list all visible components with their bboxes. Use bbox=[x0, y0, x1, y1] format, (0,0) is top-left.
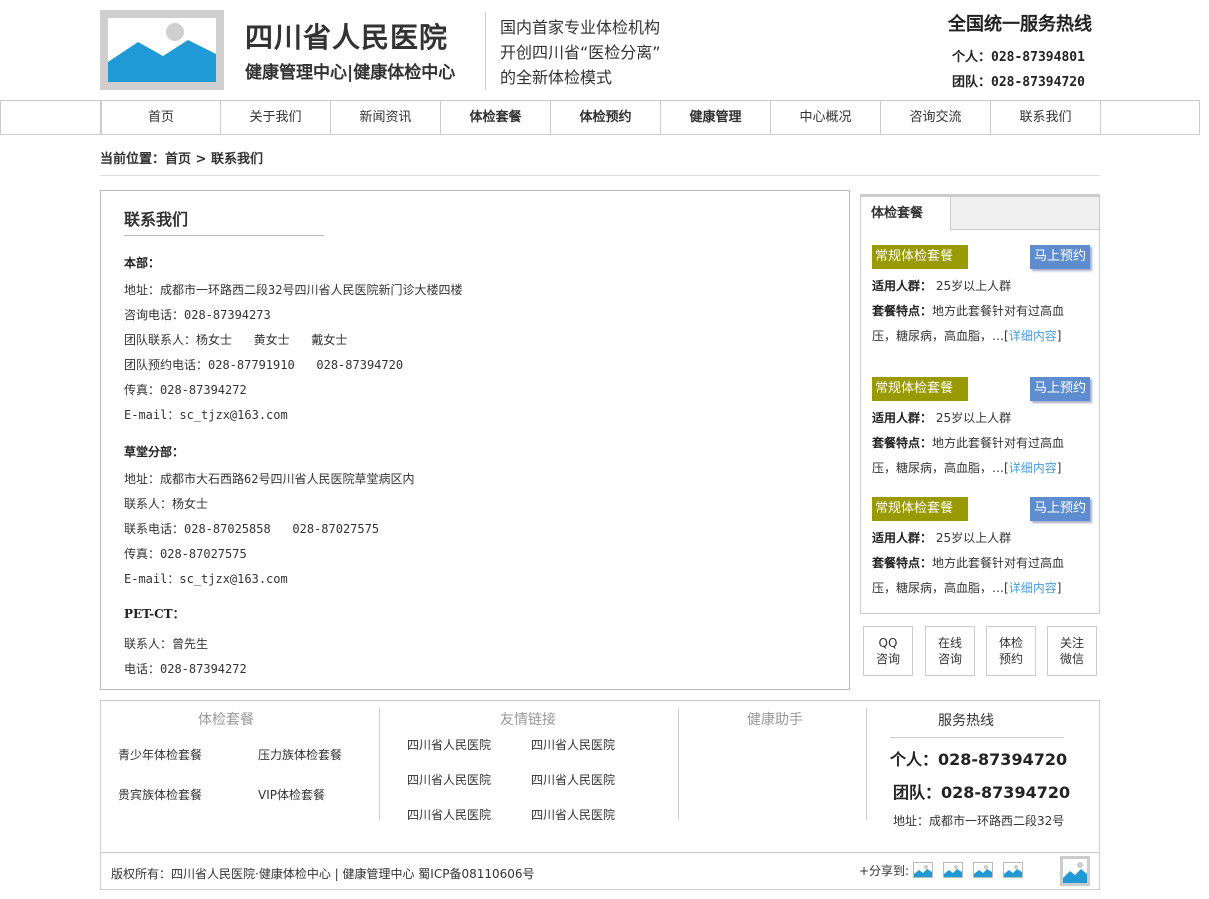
hq-fax: 传真：028-87394272 bbox=[124, 383, 247, 397]
package-name[interactable]: 常规体检套餐 bbox=[872, 377, 968, 401]
branch-fax: 传真：028-87027575 bbox=[124, 547, 247, 561]
petct-heading: PET-CT： bbox=[124, 607, 185, 621]
share-icon[interactable] bbox=[943, 862, 963, 878]
package-feature-cont: 压，糖尿病，高血脂，…[详细内容] bbox=[872, 329, 1062, 343]
nav-item-booking[interactable]: 体检预约 bbox=[551, 101, 661, 134]
share-icon[interactable] bbox=[913, 862, 933, 878]
package-feature: 套餐特点：地方此套餐针对有过高血 bbox=[872, 436, 1065, 450]
package-feature: 套餐特点：地方此套餐针对有过高血 bbox=[872, 556, 1065, 570]
book-now-button[interactable]: 马上预约 bbox=[1030, 377, 1090, 401]
share-label: +分享到: bbox=[859, 864, 910, 878]
share-icon[interactable] bbox=[1003, 862, 1023, 878]
nav-spacer-left bbox=[1, 101, 101, 134]
share-icon[interactable] bbox=[973, 862, 993, 878]
footer-hotline-underline bbox=[890, 737, 1064, 738]
breadcrumb: 当前位置：首页 > 联系我们 bbox=[100, 152, 263, 167]
package-feature-cont: 压，糖尿病，高血脂，…[详细内容] bbox=[872, 581, 1062, 595]
slogan-line-3: 的全新体检模式 bbox=[500, 68, 613, 87]
branch-heading: 草堂分部： bbox=[124, 445, 185, 459]
hq-address: 地址：成都市一环路西二段32号四川省人民医院新门诊大楼四楼 bbox=[124, 283, 463, 297]
package-crowd: 适用人群： 25岁以上人群 bbox=[872, 531, 1012, 545]
hotline-title: 全国统一服务热线 bbox=[948, 14, 1092, 35]
details-link[interactable]: 详细内容 bbox=[1009, 461, 1057, 475]
package-crowd: 适用人群： 25岁以上人群 bbox=[872, 279, 1012, 293]
branch-phone: 联系电话：028-87025858 028-87027575 bbox=[124, 522, 380, 536]
package-feature: 套餐特点：地方此套餐针对有过高血 bbox=[872, 304, 1065, 318]
footer-friend-link[interactable]: 四川省人民医院 bbox=[531, 736, 615, 753]
footer-package-link[interactable]: VIP体检套餐 bbox=[258, 786, 325, 803]
nav-item-about[interactable]: 关于我们 bbox=[221, 101, 331, 134]
footer-friend-link[interactable]: 四川省人民医院 bbox=[407, 771, 491, 788]
details-link[interactable]: 详细内容 bbox=[1009, 581, 1057, 595]
footer-hotline-title: 服务热线 bbox=[938, 713, 994, 729]
slogan-line-1: 国内首家专业体检机构 bbox=[500, 18, 661, 37]
hq-heading: 本部： bbox=[124, 256, 161, 270]
hotline-personal: 个人：028-87394801 bbox=[952, 50, 1085, 65]
footer-package-link[interactable]: 贵宾族体检套餐 bbox=[118, 786, 202, 803]
hq-team-contacts: 团队联系人：杨女士 黄女士 戴女士 bbox=[124, 333, 348, 347]
title-underline bbox=[124, 235, 324, 236]
footer-divider bbox=[866, 708, 867, 820]
footer-package-link[interactable]: 青少年体检套餐 bbox=[118, 746, 202, 763]
site-title: 四川省人民医院 bbox=[245, 21, 449, 54]
footer-friend-link[interactable]: 四川省人民医院 bbox=[407, 736, 491, 753]
qr-code-image bbox=[1060, 856, 1090, 886]
branch-email: E-mail：sc_tjzx@163.com bbox=[124, 572, 288, 586]
hq-email: E-mail：sc_tjzx@163.com bbox=[124, 408, 288, 422]
footer-divider bbox=[379, 708, 380, 820]
footer-links-title: 友情链接 bbox=[500, 712, 556, 728]
nav-item-contact[interactable]: 联系我们 bbox=[991, 101, 1101, 134]
details-link[interactable]: 详细内容 bbox=[1009, 329, 1057, 343]
footer-friend-link[interactable]: 四川省人民医院 bbox=[531, 771, 615, 788]
nav-item-packages[interactable]: 体检套餐 bbox=[441, 101, 551, 134]
follow-wechat-button[interactable]: 关注 微信 bbox=[1047, 626, 1097, 676]
book-now-button[interactable]: 马上预约 bbox=[1030, 245, 1090, 269]
footer-packages-title: 体检套餐 bbox=[198, 712, 254, 728]
nav-item-news[interactable]: 新闻资讯 bbox=[331, 101, 441, 134]
nav-item-home[interactable]: 首页 bbox=[101, 101, 221, 134]
tab-packages[interactable]: 体检套餐 bbox=[861, 197, 951, 231]
slogan-line-2: 开创四川省“医检分离” bbox=[500, 43, 661, 62]
petct-contact: 联系人：曾先生 bbox=[124, 637, 209, 651]
package-name[interactable]: 常规体检套餐 bbox=[872, 497, 968, 521]
branch-contact: 联系人：杨女士 bbox=[124, 497, 209, 511]
branch-address: 地址：成都市大石西路62号四川省人民医院草堂病区内 bbox=[124, 472, 415, 486]
book-now-button[interactable]: 马上预约 bbox=[1030, 497, 1090, 521]
nav-item-consult[interactable]: 咨询交流 bbox=[881, 101, 991, 134]
package-crowd: 适用人群： 25岁以上人群 bbox=[872, 411, 1012, 425]
footer-hotline-personal: 个人：028-87394720 bbox=[890, 750, 1068, 769]
contact-panel bbox=[100, 190, 850, 690]
footer-friend-link[interactable]: 四川省人民医院 bbox=[531, 806, 615, 823]
hotline-team: 团队：028-87394720 bbox=[952, 75, 1085, 90]
nav-item-overview[interactable]: 中心概况 bbox=[771, 101, 881, 134]
footer-assistant-title: 健康助手 bbox=[747, 712, 803, 728]
footer-package-link[interactable]: 压力族体检套餐 bbox=[258, 746, 342, 763]
copyright-text: 版权所有：四川省人民医院·健康体检中心 | 健康管理中心 蜀ICP备081106… bbox=[111, 867, 535, 881]
nav-item-health-management[interactable]: 健康管理 bbox=[661, 101, 771, 134]
site-subtitle: 健康管理中心|健康体检中心 bbox=[245, 63, 456, 83]
online-consult-button[interactable]: 在线 咨询 bbox=[925, 626, 975, 676]
package-name[interactable]: 常规体检套餐 bbox=[872, 245, 968, 269]
header-divider bbox=[485, 12, 486, 90]
hospital-logo-image[interactable] bbox=[100, 10, 224, 90]
main-nav: 首页 关于我们 新闻资讯 体检套餐 体检预约 健康管理 中心概况 咨询交流 联系… bbox=[0, 100, 1200, 135]
package-feature-cont: 压，糖尿病，高血脂，…[详细内容] bbox=[872, 461, 1062, 475]
hq-phone: 咨询电话：028-87394273 bbox=[124, 308, 271, 322]
copyright-divider bbox=[100, 852, 1100, 853]
breadcrumb-divider bbox=[100, 175, 1100, 176]
checkup-booking-button[interactable]: 体检 预约 bbox=[986, 626, 1036, 676]
footer-address: 地址：成都市一环路西二段32号 bbox=[893, 814, 1065, 828]
petct-phone: 电话：028-87394272 bbox=[124, 662, 247, 676]
hq-team-phone: 团队预约电话：028-87791910 028-87394720 bbox=[124, 358, 404, 372]
footer-divider bbox=[678, 708, 679, 820]
page-title: 联系我们 bbox=[124, 210, 189, 229]
qq-consult-button[interactable]: QQ 咨询 bbox=[863, 626, 913, 676]
footer-friend-link[interactable]: 四川省人民医院 bbox=[407, 806, 491, 823]
footer-hotline-team: 团队：028-87394720 bbox=[893, 783, 1071, 802]
